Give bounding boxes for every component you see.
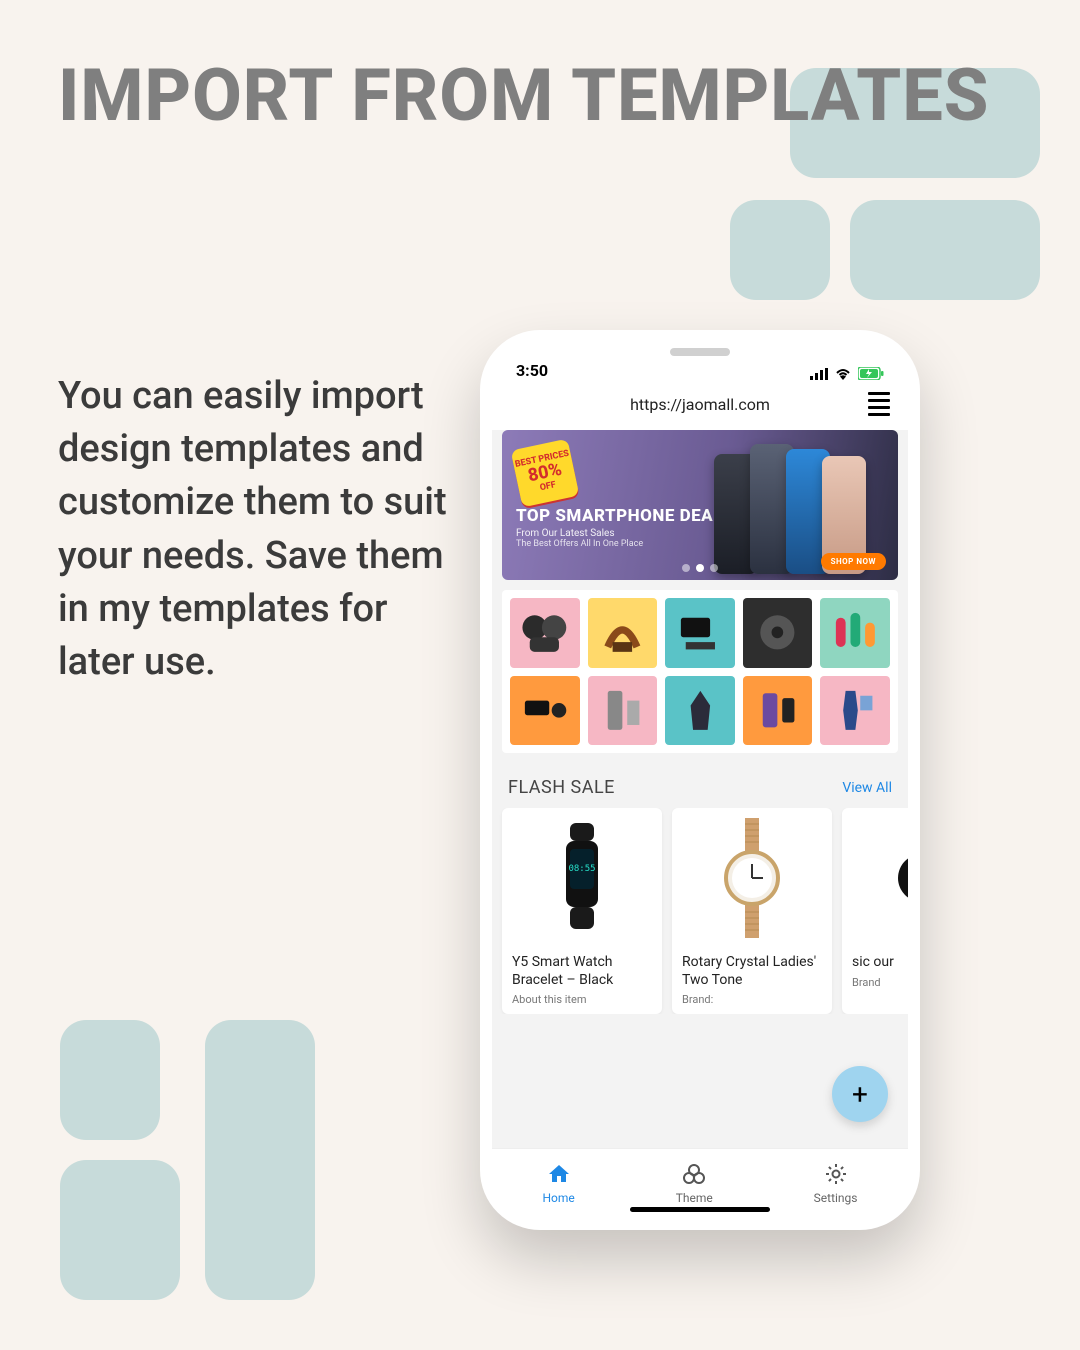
tab-settings[interactable]: Settings [814, 1162, 858, 1205]
product-card[interactable]: 08:55 Y5 Smart Watch Bracelet – Black Ab… [502, 808, 662, 1014]
menu-icon[interactable] [868, 392, 890, 416]
category-tile[interactable] [665, 676, 735, 746]
section-title: FLASH SALE [508, 777, 615, 798]
phone-mockup: 3:50 https://jaomall.com BEST [480, 330, 920, 1230]
hero-banner[interactable]: BEST PRICES 80% OFF TOP SMARTPHONE DEALS… [502, 430, 898, 580]
product-sub: Brand [842, 972, 908, 989]
product-sub: About this item [502, 989, 662, 1006]
product-card[interactable]: Rotary Crystal Ladies' Two Tone Brand: [672, 808, 832, 1014]
carousel-dots[interactable] [682, 564, 718, 572]
badge-off: OFF [539, 480, 557, 493]
fab-add-button[interactable]: + [832, 1066, 888, 1122]
page-description: You can easily import design templates a… [58, 370, 458, 689]
category-tile[interactable] [820, 676, 890, 746]
category-tile[interactable] [743, 598, 813, 668]
shop-now-button[interactable]: SHOP NOW [821, 553, 886, 570]
category-tile[interactable] [665, 598, 735, 668]
deco-block [60, 1020, 160, 1140]
tab-theme[interactable]: Theme [676, 1162, 713, 1205]
product-sub: Brand: [672, 989, 832, 1006]
section-header: FLASH SALE View All [492, 763, 908, 808]
theme-icon [682, 1162, 706, 1189]
status-time: 3:50 [516, 361, 548, 380]
url-text: https://jaomall.com [532, 395, 868, 414]
product-name: Rotary Crystal Ladies' Two Tone [672, 948, 832, 989]
product-cards[interactable]: 08:55 Y5 Smart Watch Bracelet – Black Ab… [492, 808, 908, 1014]
deco-block [60, 1160, 180, 1300]
category-tile[interactable] [588, 676, 658, 746]
deco-block [205, 1020, 315, 1300]
view-all-link[interactable]: View All [842, 780, 892, 796]
discount-badge: BEST PRICES 80% OFF [511, 439, 580, 508]
category-tile[interactable] [820, 598, 890, 668]
category-tile[interactable] [510, 676, 580, 746]
product-image: 08:55 [502, 808, 662, 948]
category-tile[interactable] [743, 676, 813, 746]
tab-label: Settings [814, 1191, 858, 1205]
gear-icon [824, 1162, 848, 1189]
product-name: sic our [842, 948, 908, 972]
signal-icon [810, 368, 828, 380]
tab-home[interactable]: Home [542, 1162, 574, 1205]
product-image [842, 808, 908, 948]
phone-notch [610, 342, 790, 370]
category-tile[interactable] [510, 598, 580, 668]
tab-label: Home [542, 1191, 574, 1205]
page-heading: IMPORT FROM TEMPLATES [58, 58, 989, 134]
battery-icon [858, 367, 884, 380]
app-content[interactable]: BEST PRICES 80% OFF TOP SMARTPHONE DEALS… [492, 430, 908, 1148]
home-icon [547, 1162, 571, 1189]
svg-text:08:55: 08:55 [568, 864, 595, 874]
deco-block [850, 200, 1040, 300]
phone-screen: 3:50 https://jaomall.com BEST [492, 342, 908, 1218]
category-tile[interactable] [588, 598, 658, 668]
product-name: Y5 Smart Watch Bracelet – Black [502, 948, 662, 989]
home-indicator [630, 1207, 770, 1212]
category-grid [502, 590, 898, 753]
tab-label: Theme [676, 1191, 713, 1205]
product-card[interactable]: sic our Brand [842, 808, 908, 1014]
url-bar: https://jaomall.com [492, 382, 908, 430]
deco-block [730, 200, 830, 300]
wifi-icon [834, 367, 852, 380]
product-image [672, 808, 832, 948]
